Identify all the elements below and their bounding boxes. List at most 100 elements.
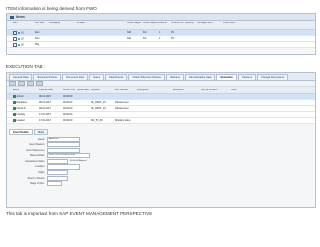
table-cell: Pkg xyxy=(35,43,49,46)
field-input[interactable] xyxy=(47,181,62,187)
table-cell: PC xyxy=(171,31,185,34)
cell-text: 20 xyxy=(21,37,24,41)
cell-text: 17.01.2017 xyxy=(39,113,51,116)
toolbar-button[interactable] xyxy=(18,81,25,86)
cell-text: 08.01.2017 xyxy=(39,95,51,98)
table-cell: SL_DEST_16 xyxy=(91,101,115,104)
cell-text: 00:00:00 xyxy=(63,95,73,98)
col-header: Volume xyxy=(159,22,167,24)
toolbar-button[interactable] xyxy=(27,81,34,86)
tab-check-shipment-notices[interactable]: Check Shipment Notices xyxy=(128,74,165,80)
status-icon xyxy=(13,113,16,116)
table-row[interactable]: Loaded 17.01.2017 00:00:00 SD_TF_93 Shipping… xyxy=(7,118,315,124)
table-cell: Handed over xyxy=(115,101,137,104)
form-row: Event Reason: xyxy=(11,142,141,148)
field-input[interactable]: ARRIVED xyxy=(47,136,80,142)
field-label: Source of Event: xyxy=(27,176,45,180)
field-label: Event: xyxy=(38,137,45,141)
cell-text: Loaded xyxy=(16,119,25,122)
cell-text: Check In xyxy=(16,107,26,110)
table-cell: 00:00:00 xyxy=(63,119,77,122)
table-cell: 00:00:00 xyxy=(63,95,77,98)
table-cell: 08.01.2017 xyxy=(39,95,63,98)
cell-text: Handed over xyxy=(115,107,129,110)
cell-text: SL_DEST_16 xyxy=(91,107,106,110)
event-detail-form: Event: ARRIVED Event Reason: Event Referenc… xyxy=(11,136,141,187)
execution-table-body: Arrival 08.01.2017 00:00:00 Departure 08.01.… xyxy=(7,94,315,124)
cell-text: Item xyxy=(35,37,40,40)
col-header: Volume Unit xyxy=(171,22,184,24)
expand-icon[interactable] xyxy=(13,36,17,41)
cell-text: 1 xyxy=(159,31,161,34)
tab-change-documents[interactable]: Change Documents xyxy=(257,74,289,80)
table-cell: 00:00:00 xyxy=(63,101,77,104)
field-input[interactable] xyxy=(47,164,80,170)
status-icon xyxy=(13,107,16,110)
item-type-icon xyxy=(18,31,20,34)
caption-perspective: This tab is important from SAP EVENT MAN… xyxy=(6,211,153,216)
table-cell: 340 xyxy=(127,31,143,34)
col-header: Event xyxy=(13,89,19,91)
cell-text: 1 xyxy=(159,37,161,40)
items-title: Items xyxy=(16,15,25,19)
item-type-icon xyxy=(18,37,20,40)
status-icon xyxy=(13,95,16,98)
cell-text: 17.01.2017 xyxy=(39,119,51,122)
tab-customs[interactable]: Customs xyxy=(237,74,257,80)
field-input[interactable] xyxy=(47,175,68,181)
tab-business-partner[interactable]: Business Partner xyxy=(33,74,62,80)
field-label: Location: xyxy=(35,165,45,169)
main-tabstrip: General Data Business Partner Document Flo… xyxy=(7,73,315,81)
table-cell: 1 xyxy=(159,37,171,40)
subtab-notes[interactable]: Notes xyxy=(33,129,49,135)
cell-text: KG xyxy=(143,31,147,34)
tab-statuses[interactable]: Statuses xyxy=(165,74,184,80)
detail-subtabs: Event Details Notes xyxy=(9,129,49,135)
table-cell: KG xyxy=(143,31,159,34)
cell-text: Item xyxy=(35,31,40,34)
toolbar-button[interactable] xyxy=(36,81,43,86)
table-cell: 17.01.2017 xyxy=(39,119,63,122)
table-cell: Loaded xyxy=(13,119,39,122)
table-cell: 20 xyxy=(13,36,35,41)
col-header: Parent Item xyxy=(223,22,235,24)
table-cell: Arrival xyxy=(13,95,39,98)
cell-text: Arrival xyxy=(16,95,24,98)
cell-text: PC xyxy=(171,31,175,34)
expand-icon[interactable] xyxy=(13,30,17,35)
tab-attachments[interactable]: Attachments xyxy=(105,74,128,80)
field-input[interactable] xyxy=(47,158,68,164)
subtab-event-details[interactable]: Event Details xyxy=(9,129,33,135)
table-cell: PC xyxy=(171,37,185,40)
col-header: Location xyxy=(91,89,100,91)
col-header: Actual Date xyxy=(77,89,89,91)
items-table-body: 10 Item 340 KG 1 PC 20 Item 340 KG 1 PC 30 Pkg xyxy=(7,30,315,48)
cell-text: 340 xyxy=(127,37,131,40)
cell-text: 00:00:00 xyxy=(63,101,73,104)
cell-text: SL_DEST_16 xyxy=(91,101,106,104)
field-input[interactable] xyxy=(47,147,80,153)
table-cell: Item xyxy=(35,37,49,40)
table-row[interactable]: 30 Pkg xyxy=(7,42,315,48)
expand-icon[interactable] xyxy=(13,42,17,47)
table-cell: KG xyxy=(143,37,159,40)
field-input[interactable] xyxy=(47,142,80,148)
col-header: Actual Time xyxy=(63,89,75,91)
col-header: Packaged Item xyxy=(197,22,213,24)
table-cell: Check In xyxy=(13,107,39,110)
toolbar-button[interactable] xyxy=(9,81,16,86)
cell-text: Handed over xyxy=(115,101,129,104)
tab-execution[interactable]: Execution xyxy=(216,74,237,80)
table-cell: 08.01.2017 xyxy=(39,101,63,104)
tab-administrative-data[interactable]: Administrative Data xyxy=(184,74,216,80)
table-cell: 00:00:00 xyxy=(63,113,77,116)
table-cell: 340 xyxy=(127,37,143,40)
tab-document-flow[interactable]: Document Flow xyxy=(62,74,89,80)
field-label: Actual Event Date: xyxy=(25,159,45,163)
cell-text: SD_TF_93 xyxy=(91,119,103,122)
form-row: Location: xyxy=(11,164,141,170)
field-input[interactable]: 08.01.2017 00:00:00 CEST xyxy=(47,153,90,159)
tab-notes[interactable]: Notes xyxy=(89,74,105,80)
tab-general-data[interactable]: General Data xyxy=(9,74,33,80)
field-input[interactable] xyxy=(47,169,68,176)
